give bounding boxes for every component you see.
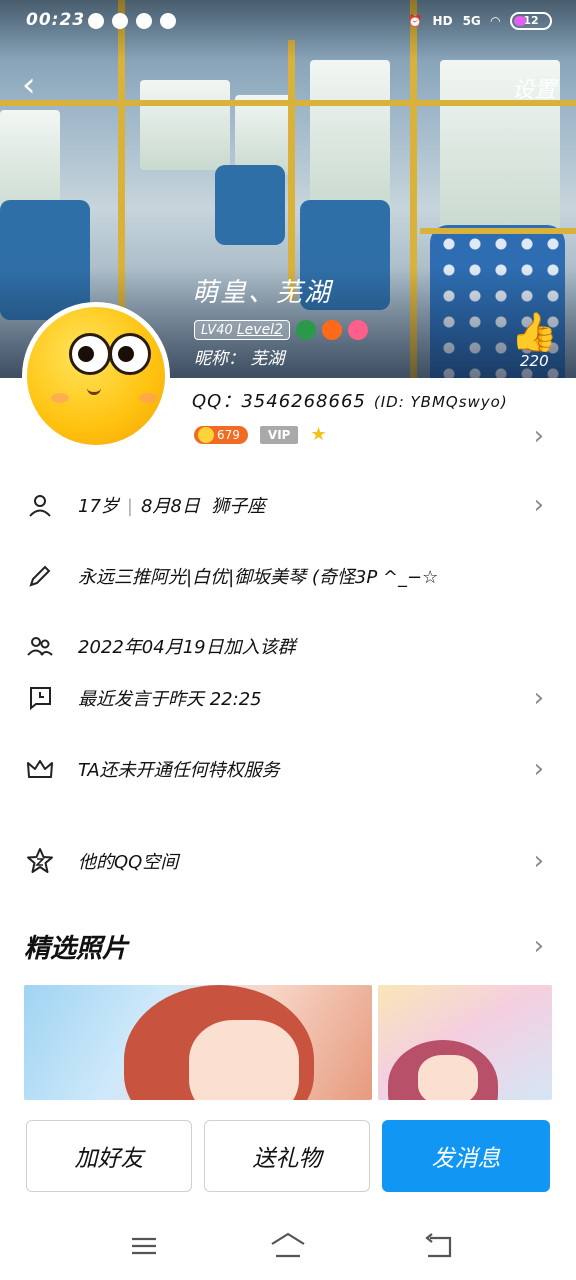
privilege-text: TA还未开通任何特权服务 bbox=[78, 760, 280, 781]
separator: | bbox=[126, 496, 133, 517]
avatar-blush bbox=[139, 393, 157, 403]
alias-row: 昵称： 芜湖 bbox=[194, 344, 284, 369]
cover-window bbox=[310, 60, 390, 210]
menu-icon[interactable] bbox=[128, 1230, 160, 1262]
app-icon bbox=[160, 13, 176, 29]
music-icon bbox=[88, 13, 104, 29]
status-right: ⏰ HD 5G ◠ 12 bbox=[408, 12, 552, 30]
cover-window bbox=[235, 95, 295, 175]
network-label: 5G bbox=[462, 14, 481, 28]
alias-value: 芜湖 bbox=[250, 349, 285, 369]
hd-icon: HD bbox=[432, 14, 453, 28]
chevron-right-icon[interactable]: › bbox=[534, 933, 544, 959]
add-friend-button[interactable]: 加好友 bbox=[26, 1120, 192, 1192]
photo-figure-face bbox=[418, 1055, 478, 1100]
chevron-right-icon: › bbox=[533, 490, 544, 520]
notification-icons bbox=[88, 13, 176, 29]
home-icon[interactable] bbox=[270, 1230, 305, 1262]
avatar-pupil bbox=[78, 346, 94, 362]
qzone-star-icon bbox=[26, 847, 54, 875]
send-gift-button[interactable]: 送礼物 bbox=[204, 1120, 370, 1192]
status-bar: 00:23 ⏰ HD 5G ◠ 12 bbox=[0, 0, 576, 44]
qzone-text: 他的QQ空间 bbox=[78, 852, 179, 873]
signature-row[interactable]: 永远三推阿光|白优|御坂美琴 (奇怪3P ^_−☆ bbox=[0, 551, 576, 601]
badge-row[interactable]: 679 VIP ★ bbox=[194, 424, 327, 445]
dragon-icon bbox=[295, 320, 316, 340]
send-message-button[interactable]: 发消息 bbox=[382, 1120, 550, 1192]
avatar[interactable] bbox=[22, 302, 170, 450]
compass-icon bbox=[112, 13, 128, 29]
basic-info-text: 17岁 | 8月8日 狮子座 bbox=[78, 492, 265, 518]
cover-rail bbox=[420, 228, 576, 234]
person-icon bbox=[26, 491, 54, 519]
back-nav-icon[interactable] bbox=[422, 1230, 454, 1262]
photos-strip bbox=[24, 985, 552, 1100]
cover-window bbox=[140, 80, 230, 170]
settings-button[interactable]: 设置 bbox=[512, 72, 556, 104]
qzone-row[interactable]: 他的QQ空间 › bbox=[0, 836, 576, 886]
back-icon[interactable]: ‹ bbox=[22, 68, 52, 102]
chevron-right-icon: › bbox=[533, 846, 544, 876]
coin-icon bbox=[198, 426, 214, 443]
wifi-icon: ◠ bbox=[490, 14, 500, 28]
profile-nickname: 萌皇、芜湖 bbox=[192, 278, 333, 308]
vip-badge: VIP bbox=[259, 425, 299, 444]
basic-info-row[interactable]: 17岁 | 8月8日 狮子座 › bbox=[0, 480, 576, 530]
level-label: Level2 bbox=[236, 322, 283, 338]
level-badge: LV40 Level2 bbox=[194, 320, 290, 340]
coin-count: 679 bbox=[217, 427, 240, 442]
qq-number: 3546268665 bbox=[241, 391, 366, 412]
crown-icon bbox=[26, 755, 54, 783]
joined-text: 2022年04月19日加入该群 bbox=[78, 637, 296, 658]
signature-text: 永远三推阿光|白优|御坂美琴 (奇怪3P ^_−☆ bbox=[78, 567, 439, 588]
age: 17岁 bbox=[78, 496, 119, 517]
chevron-right-icon[interactable]: › bbox=[534, 423, 544, 449]
photo-thumbnail[interactable] bbox=[378, 985, 552, 1100]
alias-label: 昵称： bbox=[194, 349, 245, 369]
map-pin-icon bbox=[136, 13, 152, 29]
photo-thumbnail[interactable] bbox=[24, 985, 372, 1100]
avatar-pupil bbox=[118, 346, 134, 362]
avatar-blush bbox=[51, 393, 69, 403]
birthday: 8月8日 bbox=[140, 496, 200, 517]
status-time: 00:23 bbox=[26, 10, 86, 30]
like-count: 220 bbox=[520, 352, 549, 370]
qq-label: QQ： bbox=[192, 391, 242, 412]
chevron-right-icon: › bbox=[533, 683, 544, 713]
zodiac: 狮子座 bbox=[211, 496, 266, 517]
thumbs-up-icon: 👍 bbox=[510, 310, 558, 354]
qq-id: (ID: YBMQswyo) bbox=[373, 393, 508, 411]
message-clock-icon bbox=[26, 684, 54, 712]
cover-pole bbox=[288, 40, 295, 300]
avatar-eye bbox=[69, 333, 111, 375]
pencil-icon bbox=[26, 562, 54, 590]
avatar-face bbox=[27, 307, 165, 445]
joined-row: 2022年04月19日加入该群 bbox=[0, 621, 576, 671]
photos-title: 精选照片 bbox=[24, 934, 129, 964]
alarm-icon: ⏰ bbox=[407, 14, 423, 28]
level-row: LV40 Level2 bbox=[194, 320, 368, 340]
qq-number-row: QQ：3546268665 (ID: YBMQswyo) bbox=[192, 387, 508, 413]
like-button[interactable]: 👍 220 bbox=[511, 312, 558, 370]
battery-icon: 12 bbox=[510, 12, 552, 30]
photo-figure-face bbox=[189, 1020, 299, 1100]
avatar-eye bbox=[109, 333, 151, 375]
coin-badge: 679 bbox=[194, 425, 248, 444]
privilege-row[interactable]: TA还未开通任何特权服务 › bbox=[0, 744, 576, 794]
cover-rail bbox=[0, 100, 576, 106]
level-prefix: LV40 bbox=[201, 323, 233, 338]
system-nav-bar bbox=[0, 1210, 576, 1280]
fire-icon bbox=[321, 320, 342, 340]
star-icon: ★ bbox=[310, 424, 327, 445]
cover-seat bbox=[215, 165, 285, 245]
avatar-mouth bbox=[87, 387, 101, 395]
group-icon bbox=[26, 632, 54, 660]
last-speak-text: 最近发言于昨天 22:25 bbox=[78, 689, 262, 710]
last-speak-row[interactable]: 最近发言于昨天 22:25 › bbox=[0, 673, 576, 723]
flower-icon bbox=[347, 320, 368, 340]
chevron-right-icon: › bbox=[533, 754, 544, 784]
